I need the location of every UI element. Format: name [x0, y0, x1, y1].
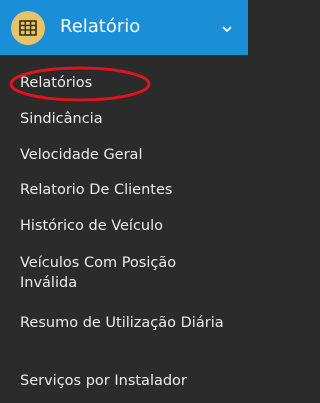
- menu-item-label: Serviços por Instalador: [20, 373, 187, 389]
- highlight-annotation-ellipse: [9, 66, 151, 102]
- chevron-down-icon[interactable]: [221, 20, 233, 39]
- menu-item-label: Velocidade Geral: [20, 147, 143, 163]
- menu-item-label: Veículos Com Posição Inválida: [20, 255, 177, 291]
- table-icon: [11, 11, 45, 45]
- sidebar-menu: Relatório Relatórios Sindicância Velocid…: [0, 0, 248, 403]
- menu-item-label: Sindicância: [20, 111, 103, 127]
- menu-item-label: Relatorio De Clientes: [20, 182, 173, 198]
- menu-item-servicos-por-instalador[interactable]: Serviços por Instalador: [0, 371, 248, 391]
- menu-item-velocidade-geral[interactable]: Velocidade Geral: [0, 145, 248, 165]
- menu-item-sindicancia[interactable]: Sindicância: [0, 109, 248, 129]
- menu-item-label: Resumo de Utilização Diária: [20, 315, 224, 331]
- menu-item-relatorio-de-clientes[interactable]: Relatorio De Clientes: [0, 180, 248, 200]
- menu-header-relatorio[interactable]: Relatório: [0, 0, 248, 55]
- menu-header-title: Relatório: [60, 16, 141, 37]
- menu-item-historico-de-veiculo[interactable]: Histórico de Veículo: [0, 216, 248, 236]
- menu-item-label: Histórico de Veículo: [20, 218, 164, 234]
- menu-item-veiculos-posicao-invalida[interactable]: Veículos Com Posição Inválida: [0, 253, 235, 293]
- menu-item-resumo-utilizacao-diaria[interactable]: Resumo de Utilização Diária: [0, 313, 235, 333]
